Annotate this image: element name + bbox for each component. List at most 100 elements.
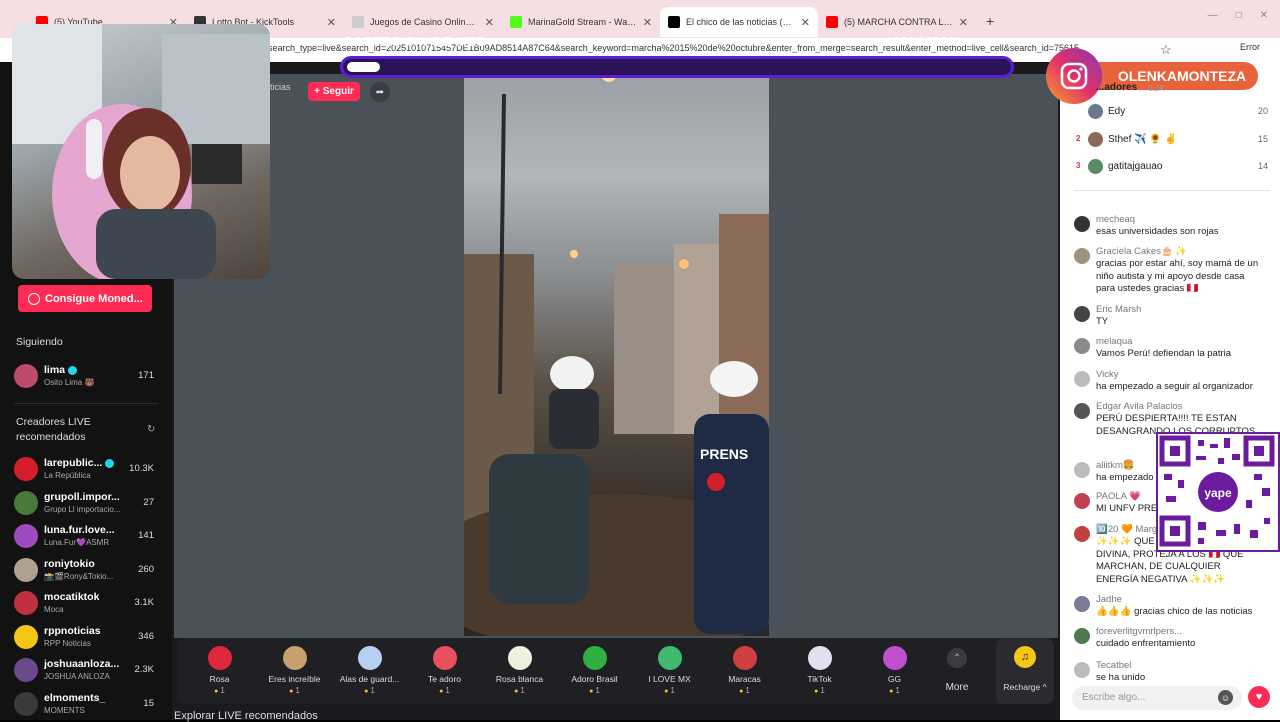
gift-item[interactable]: TikTok 1	[782, 638, 857, 704]
creator-name: elmoments_	[44, 692, 126, 704]
chat-username[interactable]: foreverlitgvmrlpers...	[1096, 626, 1182, 637]
chat-text: gracias por estar ahí, soy mamá de un ni…	[1096, 258, 1259, 294]
avatar	[1074, 526, 1090, 542]
emoji-icon[interactable]: ☺	[1218, 690, 1233, 705]
creator-name: grupoll.impor...	[44, 491, 126, 503]
sidebar-creator-item[interactable]: luna.fur.love... Luna.Fur💜ASMR 141	[14, 522, 164, 552]
browser-tab[interactable]: MarinaGold Stream - Watch Liv ✕	[502, 7, 660, 37]
sidebar-creator-item[interactable]: mocatiktok Moca 3.1K	[14, 589, 164, 619]
sidebar-creator-item[interactable]: joshuaanloza... JOSHUA ANLOZA 2.3K	[14, 656, 164, 686]
refresh-icon[interactable]: ↻	[147, 424, 155, 435]
qr-pattern: yape	[1159, 435, 1275, 547]
gift-item[interactable]: Alas de guard... 1	[332, 638, 407, 704]
creator-subtitle: Grupo Ll importacio...	[44, 504, 121, 514]
chat-username[interactable]: Eric Marsh	[1096, 304, 1141, 315]
explore-live-text: Explorar LIVE recomendados	[174, 710, 318, 722]
creator-name: roniytokio	[44, 558, 126, 570]
tab-close-icon[interactable]: ✕	[485, 16, 494, 29]
gift-price: 1	[889, 686, 899, 695]
gift-name: GG	[887, 674, 902, 684]
gift-name: Maracas	[728, 674, 761, 684]
viewer-count: 260	[138, 563, 154, 575]
gift-name: TikTok	[807, 674, 832, 684]
maximize-icon[interactable]: □	[1236, 10, 1242, 21]
get-coins-label: Consigue Moned...	[45, 292, 143, 305]
gift-price: 1	[814, 686, 824, 695]
share-icon[interactable]: ➦	[370, 82, 390, 102]
browser-tab[interactable]: Juegos de Casino Online | Apue ✕	[344, 7, 502, 37]
chat-username[interactable]: Graciela Cakes🎂 ✨	[1096, 246, 1187, 257]
sidebar-creator-item[interactable]: elmoments_ MOMENTS 15	[14, 690, 164, 720]
gift-price: 1	[664, 686, 674, 695]
chat-username[interactable]: mecheaq	[1096, 214, 1135, 225]
recharge-button[interactable]: ♫ Recharge ^	[996, 638, 1054, 704]
gift-item[interactable]: GG 1	[857, 638, 932, 704]
browser-tab[interactable]: El chico de las noticias (@el ✕	[660, 7, 818, 37]
avatar	[14, 457, 38, 481]
chat-username[interactable]: melaqua	[1096, 336, 1132, 347]
chat-username[interactable]: Tecatbel	[1096, 660, 1131, 671]
goal-title: SORTEO FIN DE MES	[344, 34, 486, 49]
gift-bar: Rosa1Eres increíble1Alas de guard...1Te …	[178, 638, 1054, 704]
top-gifter-row[interactable]: 3 gatitajgauao 14	[1076, 157, 1272, 177]
following-heading: Siguiendo	[16, 336, 63, 348]
minimize-icon[interactable]: —	[1208, 10, 1218, 21]
tab-close-icon[interactable]: ✕	[643, 16, 652, 29]
chat-text: ha empezado a seguir al organizador	[1096, 381, 1253, 392]
host-name[interactable]: ticias	[270, 82, 291, 92]
tab-close-icon[interactable]: ✕	[959, 16, 968, 29]
gift-icon	[207, 646, 232, 670]
sidebar-creator-item[interactable]: rppnoticias RPP Noticias 346	[14, 623, 164, 653]
avatar	[1074, 306, 1090, 322]
chat-divider	[1074, 190, 1270, 191]
chat-username[interactable]: PAOLA 💗	[1096, 491, 1141, 502]
sidebar-creator-item[interactable]: roniytokio 📸🎬Rony&Tokio... 260	[14, 556, 164, 586]
gift-item[interactable]: Maracas 1	[707, 638, 782, 704]
chat-text: cuidado enfrentamiento	[1096, 638, 1196, 649]
creator-subtitle: Luna.Fur💜ASMR	[44, 538, 110, 547]
gift-item[interactable]: Rosa 1	[182, 638, 257, 704]
like-heart-icon[interactable]: ♥	[1248, 686, 1270, 708]
avatar	[14, 591, 38, 615]
gift-list: Rosa1Eres increíble1Alas de guard...1Te …	[182, 638, 932, 704]
creator-name-text: elmoments_	[44, 691, 106, 704]
top-gifter-row[interactable]: Edy 20	[1076, 102, 1272, 122]
chat-username[interactable]: 🔟20 🧡 Marg	[1096, 524, 1157, 535]
gift-name: Te adoro	[427, 674, 462, 684]
gift-name: Eres increíble	[268, 674, 321, 684]
tab-favicon-icon	[826, 16, 838, 28]
gift-item[interactable]: Adoro Brasil 1	[557, 638, 632, 704]
viewer-count: 346	[138, 630, 154, 642]
gift-item[interactable]: Rosa blanca 1	[482, 638, 557, 704]
rank-number: 3	[1076, 161, 1081, 170]
gift-icon	[657, 646, 682, 670]
viewer-count: 27	[143, 496, 154, 508]
browser-tab[interactable]: (5) MARCHA CONTRA LA INSE ✕	[818, 7, 976, 37]
sidebar-creator-item[interactable]: grupoll.impor... Grupo Ll importacio... 27	[14, 489, 164, 519]
sidebar-creator-item[interactable]: larepublic... La República 10.3K	[14, 455, 164, 485]
chat-input[interactable]: Escribe algo...	[1072, 686, 1242, 710]
gift-item[interactable]: Te adoro 1	[407, 638, 482, 704]
gift-item[interactable]: I LOVE MX 1	[632, 638, 707, 704]
follow-button[interactable]: + Seguir	[308, 82, 360, 101]
chat-text: se ha unido	[1096, 672, 1146, 683]
yape-qr-code: yape	[1156, 432, 1280, 552]
chat-username[interactable]: aliitkm🍔	[1096, 460, 1135, 471]
tab-close-icon[interactable]: ✕	[801, 16, 810, 29]
sidebar-creator-item[interactable]: lima Osito Lima 🐻 171	[14, 362, 164, 392]
more-gifts-button[interactable]: ⌃ More	[932, 638, 982, 693]
top-gifter-row[interactable]: 2 Sthef ✈️ 🌻 ✌ 15	[1076, 130, 1272, 150]
new-tab-button[interactable]: +	[986, 13, 994, 29]
chat-username[interactable]: Jadhe	[1096, 594, 1122, 605]
instagram-badge: OLENKAMONTEZA	[1046, 48, 1258, 104]
chat-username[interactable]: Vicky	[1096, 369, 1119, 380]
live-video[interactable]: PRENS	[464, 74, 769, 636]
close-window-icon[interactable]: ✕	[1260, 10, 1268, 21]
webcam-scene	[12, 24, 270, 279]
tab-close-icon[interactable]: ✕	[327, 16, 336, 29]
chat-username[interactable]: Edgar Avila Palacios	[1096, 401, 1182, 412]
gift-item[interactable]: Eres increíble 1	[257, 638, 332, 704]
get-coins-button[interactable]: Consigue Moned...	[18, 285, 152, 312]
gift-price: 1	[739, 686, 749, 695]
avatar	[14, 364, 38, 388]
